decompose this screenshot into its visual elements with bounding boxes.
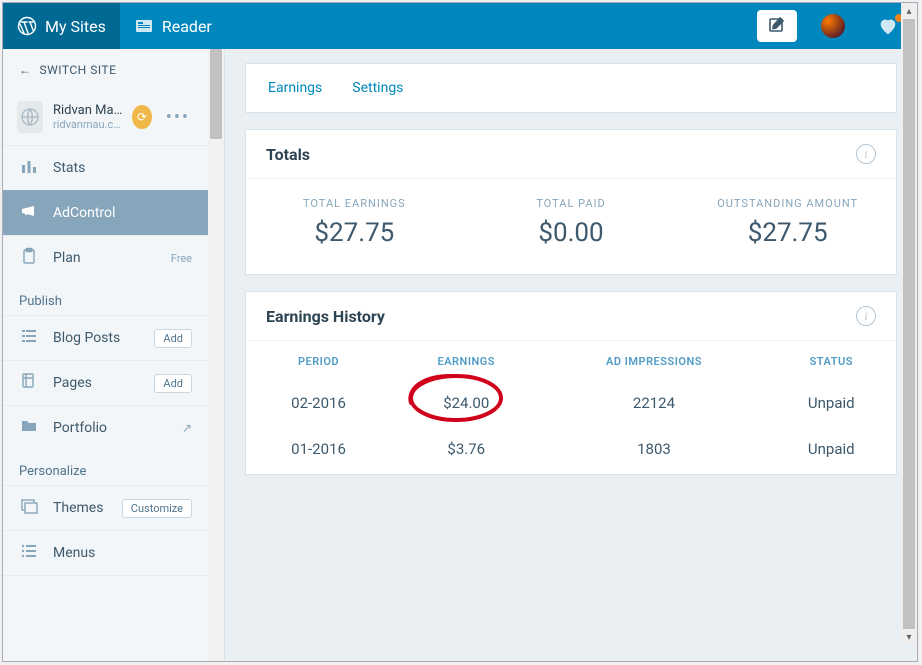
reader-button[interactable]: Reader [120, 3, 226, 49]
col-impressions: AD IMPRESSIONS [541, 341, 766, 382]
sidebar-item-label: Stats [53, 160, 85, 176]
sidebar-item-stats[interactable]: Stats [3, 145, 208, 190]
masterbar: My Sites Reader [3, 3, 917, 49]
external-icon: ↗ [182, 421, 192, 435]
site-name: Ridvan Ma… [53, 103, 122, 118]
megaphone-icon [19, 202, 39, 224]
total-earnings-label: TOTAL EARNINGS [254, 197, 455, 210]
col-earnings: EARNINGS [391, 341, 541, 382]
sidebar-item-label: Pages [53, 375, 92, 391]
sidebar-item-adcontrol[interactable]: AdControl [3, 190, 208, 235]
sidebar-item-portfolio[interactable]: Portfolio ↗ [3, 405, 208, 450]
sidebar-scrollbar[interactable] [208, 49, 224, 661]
sidebar-item-label: Blog Posts [53, 330, 120, 346]
wordpress-icon [17, 16, 37, 36]
sidebar: ← SWITCH SITE Ridvan Ma… ridvanmau.c… ⟳ … [3, 49, 225, 661]
site-more-button[interactable]: ••• [162, 107, 194, 128]
cell-status: Unpaid [767, 428, 897, 474]
plan-badge: Free [171, 252, 192, 265]
sidebar-item-label: Portfolio [53, 420, 107, 436]
cell-impressions: 1803 [541, 428, 766, 474]
total-paid-cell: TOTAL PAID $0.00 [463, 179, 680, 274]
totals-card: Totals i TOTAL EARNINGS $27.75 TOTAL PAI… [245, 129, 897, 275]
page-scrollbar-vertical[interactable]: ▴ ▾ [901, 3, 917, 645]
totals-title: Totals [266, 145, 310, 164]
globe-icon [17, 101, 43, 133]
outstanding-label: OUTSTANDING AMOUNT [687, 197, 888, 210]
outstanding-value: $27.75 [687, 218, 888, 248]
col-period: PERIOD [246, 341, 391, 382]
total-paid-label: TOTAL PAID [471, 197, 672, 210]
sidebar-item-label: AdControl [53, 205, 115, 221]
sync-icon: ⟳ [132, 105, 151, 129]
total-earnings-value: $27.75 [254, 218, 455, 248]
tab-earnings[interactable]: Earnings [268, 80, 322, 96]
cell-period: 02-2016 [246, 382, 391, 428]
info-icon[interactable]: i [856, 306, 876, 326]
sidebar-item-label: Menus [53, 545, 95, 561]
earnings-table: PERIOD EARNINGS AD IMPRESSIONS STATUS 02… [246, 341, 896, 474]
total-paid-value: $0.00 [471, 218, 672, 248]
themes-icon [19, 497, 39, 519]
section-heading-publish: Publish [3, 280, 208, 315]
tab-settings[interactable]: Settings [352, 80, 403, 96]
sidebar-item-label: Plan [53, 250, 81, 266]
pencil-icon [767, 16, 787, 36]
table-row: 02-2016 $24.00 22124 Unpaid [246, 382, 896, 428]
folder-icon [19, 417, 39, 439]
history-title: Earnings History [266, 307, 385, 326]
main-content: Earnings Settings Totals i TOTAL EARNING… [225, 49, 917, 661]
sidebar-item-blog-posts[interactable]: Blog Posts Add [3, 315, 208, 360]
cell-earnings: $3.76 [391, 428, 541, 474]
site-card[interactable]: Ridvan Ma… ridvanmau.c… ⟳ ••• [3, 91, 208, 145]
back-arrow-icon: ← [19, 63, 32, 77]
sidebar-item-pages[interactable]: Pages Add [3, 360, 208, 405]
list-icon [19, 327, 39, 349]
total-earnings-cell: TOTAL EARNINGS $27.75 [246, 179, 463, 274]
switch-site-link[interactable]: ← SWITCH SITE [3, 49, 208, 91]
my-sites-button[interactable]: My Sites [3, 3, 120, 49]
reader-icon [134, 16, 154, 36]
cell-earnings: $24.00 [391, 382, 541, 428]
pages-icon [19, 372, 39, 394]
history-card: Earnings History i PERIOD EARNINGS AD IM… [245, 291, 897, 475]
tabs-card: Earnings Settings [245, 63, 897, 113]
section-heading-personalize: Personalize [3, 450, 208, 485]
info-icon[interactable]: i [856, 144, 876, 164]
switch-site-label: SWITCH SITE [40, 63, 117, 77]
reader-label: Reader [162, 17, 212, 36]
col-status: STATUS [767, 341, 897, 382]
add-page-button[interactable]: Add [154, 374, 192, 393]
customize-button[interactable]: Customize [122, 499, 192, 518]
cell-impressions: 22124 [541, 382, 766, 428]
add-post-button[interactable]: Add [154, 329, 192, 348]
site-url: ridvanmau.c… [53, 118, 122, 131]
outstanding-cell: OUTSTANDING AMOUNT $27.75 [679, 179, 896, 274]
sidebar-item-plan[interactable]: Plan Free [3, 235, 208, 280]
compose-button[interactable] [757, 10, 797, 42]
menus-icon [19, 542, 39, 564]
clipboard-icon [19, 247, 39, 269]
cell-period: 01-2016 [246, 428, 391, 474]
sidebar-item-themes[interactable]: Themes Customize [3, 485, 208, 530]
sidebar-item-menus[interactable]: Menus [3, 530, 208, 576]
stats-icon [19, 157, 39, 179]
sidebar-item-label: Themes [53, 500, 103, 516]
avatar[interactable] [821, 14, 845, 38]
cell-status: Unpaid [767, 382, 897, 428]
table-row: 01-2016 $3.76 1803 Unpaid [246, 428, 896, 474]
my-sites-label: My Sites [45, 17, 106, 36]
